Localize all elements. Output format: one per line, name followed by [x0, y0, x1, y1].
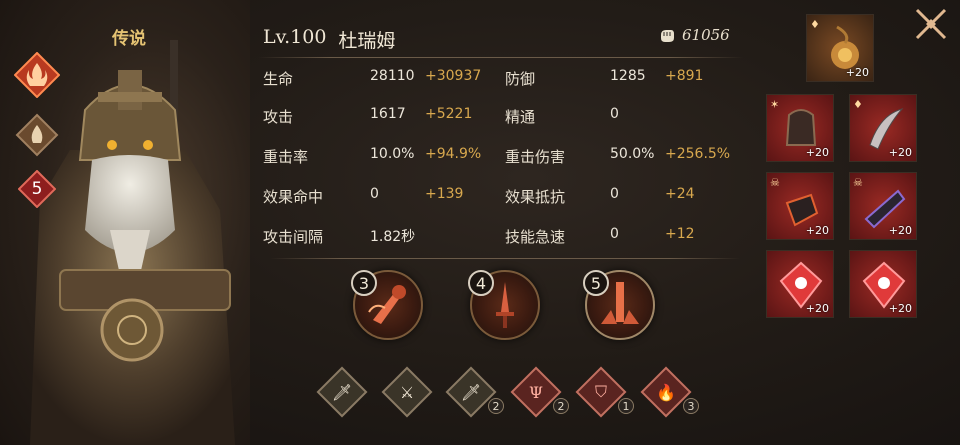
- star-tier-number: 5: [31, 179, 43, 199]
- stat-row: 重击率 10.0% +94.9% 重击伤害 50.0% +256.5%: [263, 146, 743, 176]
- artifact-slot[interactable]: ♦ +20: [806, 14, 874, 82]
- stat-value: 1617: [370, 106, 406, 122]
- armor-type-icon: ✶: [770, 98, 780, 111]
- stat-label: 技能急速: [505, 228, 566, 246]
- stat-bonus: +12: [665, 226, 695, 242]
- rune-count: 2: [488, 398, 504, 414]
- stat-bonus: +24: [665, 186, 695, 202]
- header-divider: [258, 57, 743, 58]
- rune-count: 1: [618, 398, 634, 414]
- stat-row: 攻击间隔 1.82秒 技能急速 0 +12: [263, 226, 743, 256]
- fire-class-icon[interactable]: [14, 52, 60, 98]
- power-display: 61056: [658, 26, 730, 44]
- sword-ground-icon: ⚔: [399, 382, 415, 402]
- fist-icon: [661, 30, 674, 42]
- gem-slot-1[interactable]: +20: [766, 250, 834, 318]
- power-value: 61056: [682, 26, 730, 44]
- enhance-level: +20: [888, 224, 912, 237]
- sword-icon: 🗡: [331, 382, 353, 402]
- hero-header: Lv.100 杜瑞姆: [263, 26, 395, 53]
- gem-slot-2[interactable]: +20: [849, 250, 917, 318]
- stat-bonus: +5221: [425, 106, 473, 122]
- skill-level-badge: 5: [583, 270, 609, 296]
- skull-icon: ☠: [853, 176, 863, 189]
- stat-label: 效果命中: [263, 188, 324, 206]
- stat-value: 0: [370, 186, 379, 202]
- stat-value: 0: [610, 106, 619, 122]
- skill-level-badge: 4: [468, 270, 494, 296]
- stat-value: 1.82秒: [370, 229, 416, 245]
- stat-value: 1285: [610, 68, 646, 84]
- enhance-level: +20: [805, 302, 829, 315]
- shield-icon: ⛉: [594, 382, 607, 401]
- stat-label: 精通: [505, 108, 536, 126]
- gauntlet-slot[interactable]: ☠ +20: [766, 172, 834, 240]
- stat-bonus: +891: [665, 68, 704, 84]
- stat-label: 重击率: [263, 148, 309, 166]
- stat-bonus: +30937: [425, 68, 482, 84]
- enhance-level: +20: [888, 302, 912, 315]
- stat-value: 50.0%: [610, 146, 655, 162]
- rune-count: 2: [553, 398, 569, 414]
- armor-slot[interactable]: ✶ +20: [766, 94, 834, 162]
- stat-bonus: +139: [425, 186, 464, 202]
- stats-divider: [270, 258, 740, 259]
- enhance-level: +20: [845, 66, 869, 79]
- hero-name: 杜瑞姆: [338, 30, 396, 52]
- stat-bonus: +94.9%: [425, 146, 482, 162]
- enhance-level: +20: [805, 146, 829, 159]
- stat-label: 攻击间隔: [263, 228, 324, 246]
- stat-value: 0: [610, 226, 619, 242]
- hero-level: Lv.100: [263, 26, 327, 48]
- stat-row: 生命 28110 +30937 防御 1285 +891: [263, 68, 743, 98]
- element-icon[interactable]: [14, 112, 60, 158]
- flame-icon: 🔥: [656, 382, 676, 402]
- enhance-level: +20: [805, 224, 829, 237]
- skull-icon: ☠: [770, 176, 780, 189]
- enhance-level: +20: [888, 146, 912, 159]
- stat-value: 10.0%: [370, 146, 415, 162]
- rune-count: 3: [683, 398, 699, 414]
- stat-bonus: +256.5%: [665, 146, 731, 162]
- stat-row: 攻击 1617 +5221 精通 0: [263, 106, 743, 136]
- trident-icon: Ψ: [528, 382, 544, 402]
- artifact-type-icon: ♦: [810, 18, 820, 31]
- stat-label: 重击伤害: [505, 148, 566, 166]
- stat-label: 生命: [263, 70, 294, 88]
- blade-slot[interactable]: ♦ +20: [849, 94, 917, 162]
- rarity-label: 传说: [112, 29, 146, 49]
- stat-label: 攻击: [263, 108, 294, 126]
- sword-icon: 🗡: [460, 382, 482, 402]
- skill-level-badge: 3: [351, 270, 377, 296]
- blade-type-icon: ♦: [853, 98, 863, 111]
- stat-value: 28110: [370, 68, 415, 84]
- stat-value: 0: [610, 186, 619, 202]
- stat-row: 效果命中 0 +139 效果抵抗 0 +24: [263, 186, 743, 216]
- stat-label: 防御: [505, 70, 536, 88]
- close-icon[interactable]: [912, 5, 950, 43]
- stat-label: 效果抵抗: [505, 188, 566, 206]
- bracer-slot[interactable]: ☠ +20: [849, 172, 917, 240]
